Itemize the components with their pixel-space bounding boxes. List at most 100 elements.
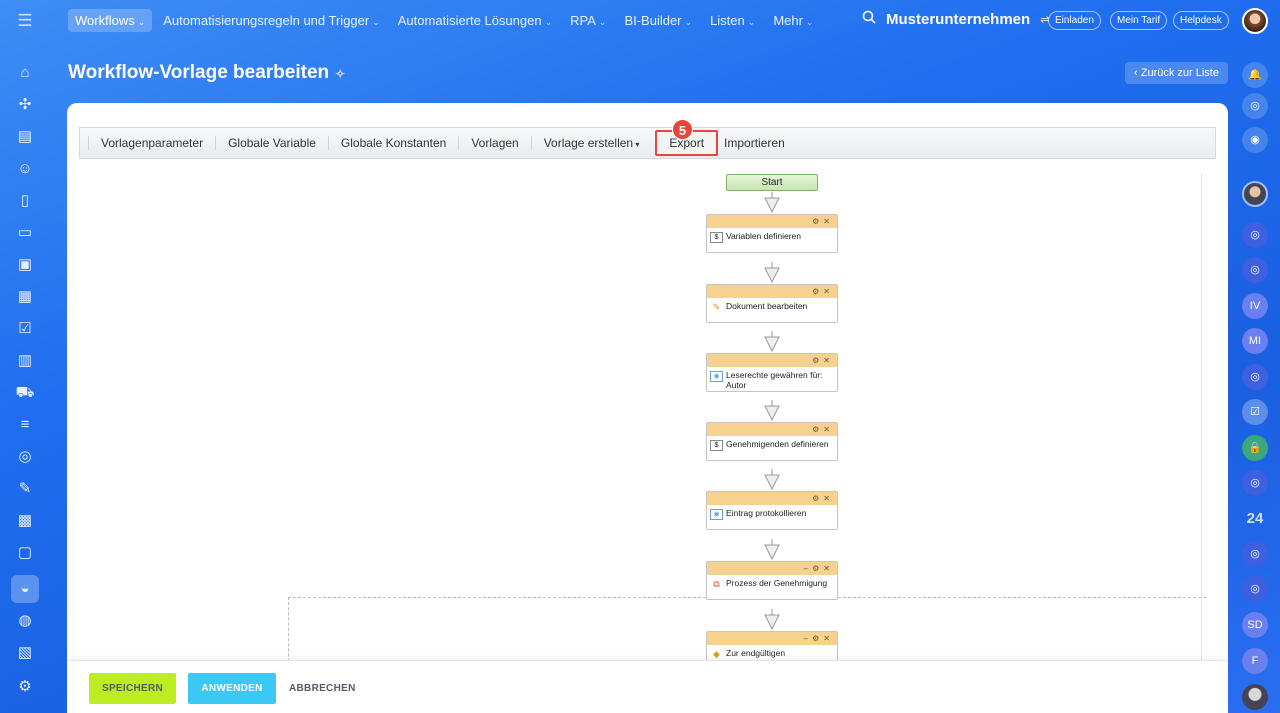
workflow-block[interactable]: ⚙✕ ◉ Eintrag protokollieren xyxy=(706,491,838,530)
workflow-canvas[interactable]: Start ⚙✕ $ Variablen definieren ⚙✕ ✎ Dokum… xyxy=(79,173,1207,663)
close-icon[interactable]: ✕ xyxy=(823,494,834,503)
tasks-icon[interactable]: ☑ xyxy=(11,315,39,343)
settings-gear-icon[interactable]: ⚙ xyxy=(812,564,823,573)
step-number-badge: 5 xyxy=(672,119,693,140)
home-icon[interactable]: ⌂ xyxy=(11,59,39,87)
settings-gear-icon[interactable]: ⚙ xyxy=(812,356,823,365)
nav-item-more[interactable]: Mehr ⌄ xyxy=(766,9,820,32)
invite-button[interactable]: Einladen xyxy=(1048,11,1101,30)
funnel-icon[interactable]: ≡ xyxy=(11,411,39,439)
contact-avatar[interactable] xyxy=(1242,181,1268,207)
my-tariff-button[interactable]: Mein Tarif xyxy=(1110,11,1168,30)
nav-item-lists[interactable]: Listen ⌄ xyxy=(703,9,762,32)
shop-cart-icon[interactable]: ⛟ xyxy=(11,379,39,407)
block-label: Prozess der Genehmigung xyxy=(726,578,828,588)
block-header: ⚙✕ xyxy=(707,492,837,505)
file-icon[interactable]: ▯ xyxy=(11,187,39,215)
workflow-block[interactable]: –⚙✕ ◆ Zur endgültigen xyxy=(706,631,838,663)
approval-icon: ⧉ xyxy=(713,579,720,589)
canvas-scrollbar[interactable] xyxy=(1201,173,1202,663)
close-icon[interactable]: ✕ xyxy=(823,287,834,296)
card-icon[interactable]: ▢ xyxy=(11,539,39,567)
checklist-icon[interactable]: ▧ xyxy=(11,639,39,667)
presentation-icon[interactable]: ▣ xyxy=(11,251,39,279)
collapse-icon[interactable]: – xyxy=(804,564,812,573)
settings-gear-icon[interactable]: ⚙ xyxy=(812,634,823,643)
top-nav-menu: Workflows ⌄ Automatisierungsregeln und Tr… xyxy=(68,9,820,32)
chat-search-icon[interactable]: ◉ xyxy=(1242,127,1268,153)
toolbar-global-variables[interactable]: Globale Variable xyxy=(215,136,328,150)
toolbar-global-constants[interactable]: Globale Konstanten xyxy=(327,136,458,150)
automation-icon[interactable]: ◒ xyxy=(11,575,39,603)
feed-icon[interactable]: ✣ xyxy=(11,91,39,119)
notifications-bell-icon[interactable]: 🔔 xyxy=(1242,62,1268,88)
flow-arrow xyxy=(764,262,780,283)
workflow-block[interactable]: ⚙✕ ✎ Dokument bearbeiten xyxy=(706,284,838,323)
close-icon[interactable]: ✕ xyxy=(823,425,834,434)
settings-gear-icon[interactable]: ⚙ xyxy=(11,673,39,701)
flow-arrow xyxy=(764,192,780,213)
search-icon[interactable] xyxy=(862,10,876,28)
contact-initials-badge[interactable]: IV xyxy=(1242,293,1268,319)
robot-icon[interactable]: ◍ xyxy=(11,607,39,635)
block-controls: ⚙✕ xyxy=(812,215,834,228)
nav-item-automated-solutions[interactable]: Automatisierte Lösungen ⌄ xyxy=(391,9,559,32)
company-name[interactable]: Musterunternehmen xyxy=(886,11,1030,28)
toolbar-import-button[interactable]: Importieren xyxy=(722,136,797,150)
pin-icon[interactable]: ✧ xyxy=(335,67,345,81)
nav-item-rpa[interactable]: RPA ⌄ xyxy=(563,9,613,32)
analytics-icon[interactable]: ▥ xyxy=(11,347,39,375)
channel-icon[interactable]: ◎ xyxy=(1242,470,1268,496)
channel-icon[interactable]: ◎ xyxy=(1242,257,1268,283)
sign-icon[interactable]: ✎ xyxy=(11,475,39,503)
contact-initials-badge[interactable]: SD xyxy=(1242,612,1268,638)
close-icon[interactable]: ✕ xyxy=(823,356,834,365)
tasks-check-icon[interactable]: ☑ xyxy=(1242,399,1268,425)
nav-item-workflows[interactable]: Workflows ⌄ xyxy=(68,9,153,32)
inbox-icon[interactable]: ▭ xyxy=(11,219,39,247)
back-to-list-button[interactable]: ‹ Zurück zur Liste xyxy=(1125,62,1228,84)
cancel-button[interactable]: ABBRECHEN xyxy=(289,673,355,704)
user-avatar[interactable] xyxy=(1242,8,1268,34)
contact-avatar[interactable] xyxy=(1242,684,1268,710)
save-button[interactable]: SPEICHERN xyxy=(89,673,176,704)
channel-icon[interactable]: ◎ xyxy=(1242,222,1268,248)
menu-burger-icon[interactable]: ☰ xyxy=(14,12,36,30)
nav-item-label: Mehr xyxy=(773,13,803,28)
toolbar-create-template[interactable]: Vorlage erstellen ▾ xyxy=(530,136,652,150)
helpdesk-button[interactable]: Helpdesk xyxy=(1173,11,1229,30)
contact-initials-badge[interactable]: MI xyxy=(1242,328,1268,354)
channel-icon[interactable]: ◎ xyxy=(1242,364,1268,390)
nav-item-automation-rules[interactable]: Automatisierungsregeln und Trigger ⌄ xyxy=(156,9,387,32)
toolbar-templates[interactable]: Vorlagen xyxy=(458,136,530,150)
settings-gear-icon[interactable]: ⚙ xyxy=(812,287,823,296)
log-icon: ◉ xyxy=(710,509,723,520)
bitrix24-logo[interactable]: 24 xyxy=(1242,506,1268,532)
contacts-icon[interactable]: ☺ xyxy=(11,155,39,183)
settings-gear-icon[interactable]: ⚙ xyxy=(812,217,823,226)
close-icon[interactable]: ✕ xyxy=(823,217,834,226)
apply-button[interactable]: ANWENDEN xyxy=(188,673,276,704)
contact-initials-badge[interactable]: F xyxy=(1242,648,1268,674)
settings-gear-icon[interactable]: ⚙ xyxy=(812,494,823,503)
nav-item-bi-builder[interactable]: BI-Builder ⌄ xyxy=(617,9,699,32)
workflow-block[interactable]: ⚙✕ $ Variablen definieren xyxy=(706,214,838,253)
copilot-icon[interactable]: ◎ xyxy=(1242,93,1268,119)
documents-icon[interactable]: ▤ xyxy=(11,123,39,151)
channel-icon[interactable]: ◎ xyxy=(1242,541,1268,567)
settings-gear-icon[interactable]: ⚙ xyxy=(812,425,823,434)
warning-icon: ◆ xyxy=(713,649,720,659)
close-icon[interactable]: ✕ xyxy=(823,634,834,643)
toolbar-template-parameters[interactable]: Vorlagenparameter xyxy=(88,136,215,150)
close-icon[interactable]: ✕ xyxy=(823,564,834,573)
workflow-block[interactable]: ⚙✕ $ Genehmigenden definieren xyxy=(706,422,838,461)
target-icon[interactable]: ◎ xyxy=(11,443,39,471)
collapse-icon[interactable]: – xyxy=(804,634,812,643)
workflow-start-node[interactable]: Start xyxy=(726,174,818,191)
calendar-icon[interactable]: ▦ xyxy=(11,283,39,311)
channel-icon[interactable]: ◎ xyxy=(1242,576,1268,602)
workflow-block[interactable]: ⚙✕ ◉ Leserechte gewähren für: Autor xyxy=(706,353,838,392)
workflow-block[interactable]: –⚙✕ ⧉ Prozess der Genehmigung xyxy=(706,561,838,600)
inventory-icon[interactable]: ▩ xyxy=(11,507,39,535)
lock-icon[interactable]: 🔒 xyxy=(1242,435,1268,461)
